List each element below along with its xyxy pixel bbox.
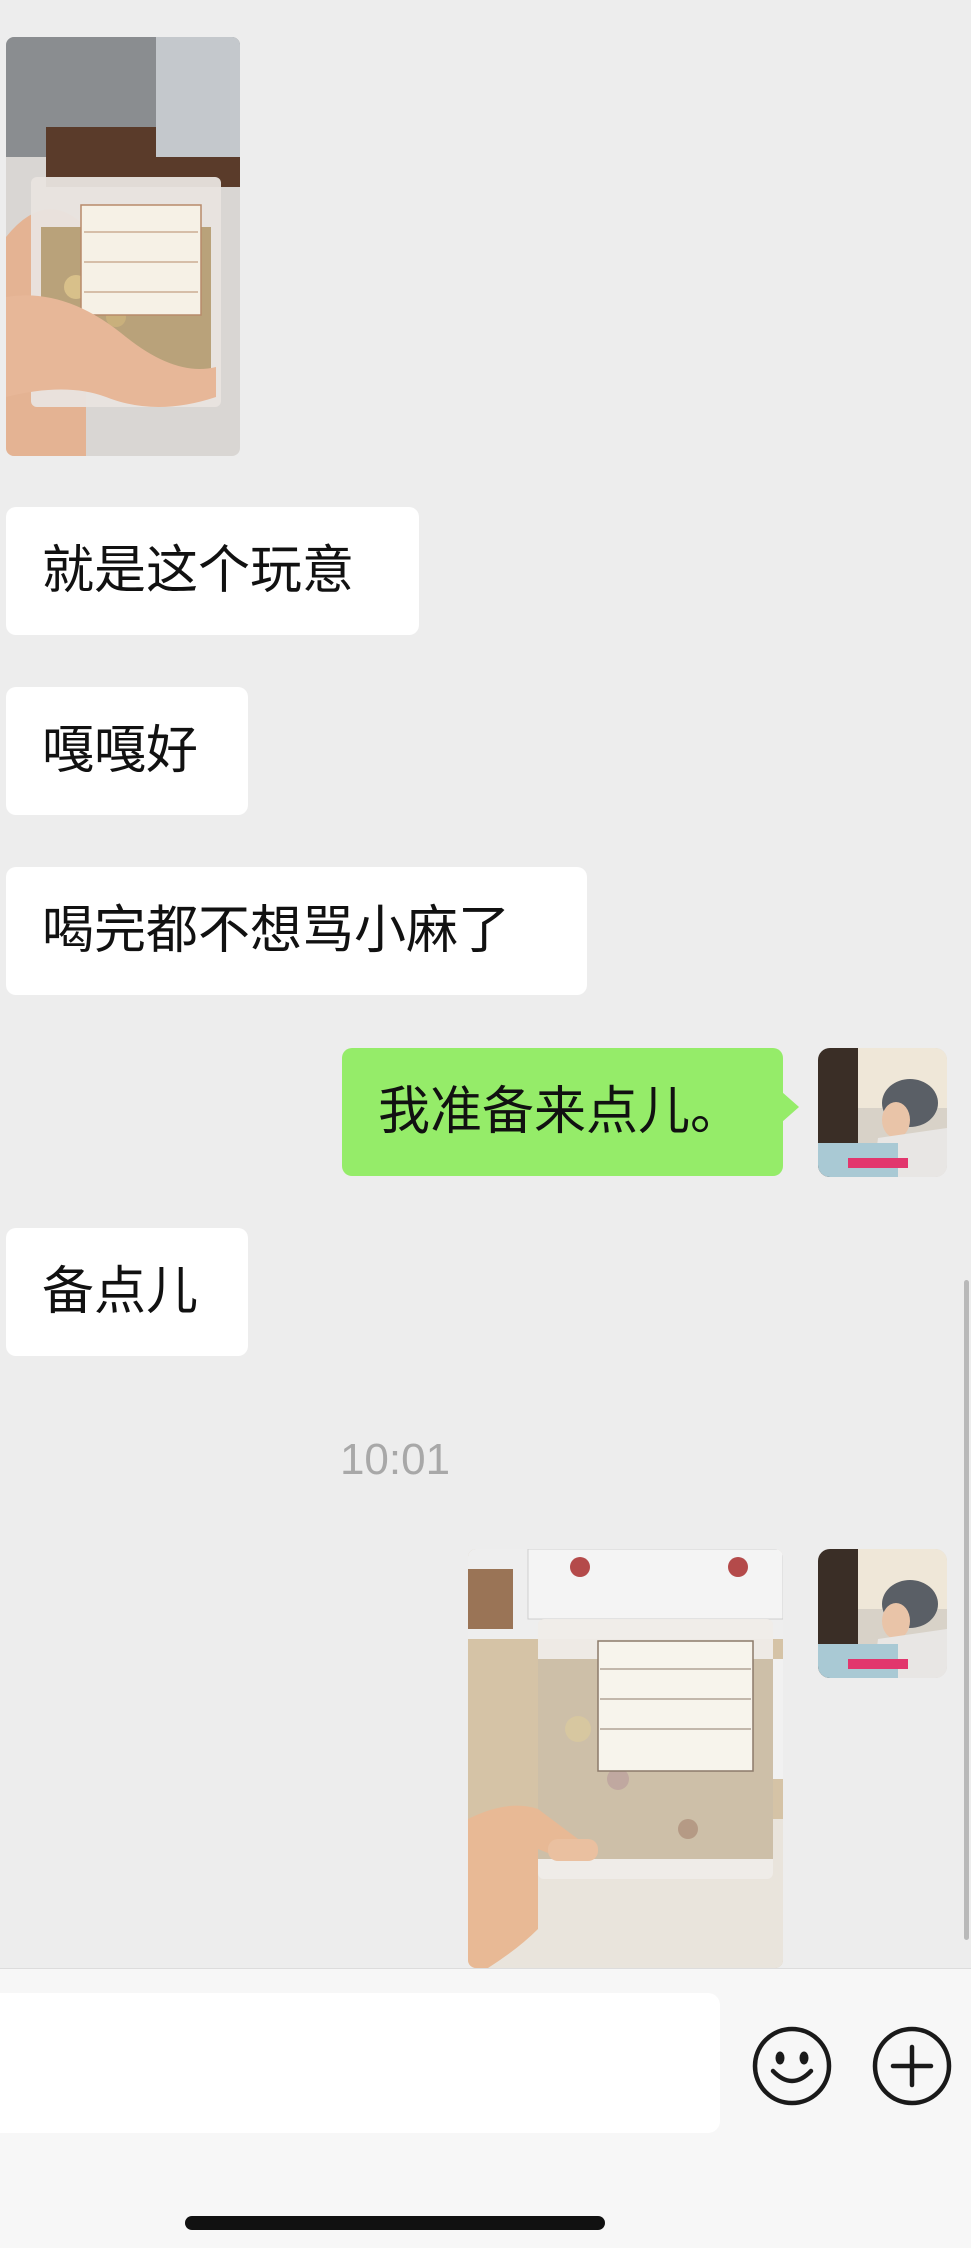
- message-text: 喝完都不想骂小麻了: [42, 901, 511, 961]
- scrollbar[interactable]: [964, 1280, 969, 1940]
- emoji-icon[interactable]: [751, 2025, 833, 2107]
- incoming-message[interactable]: 喝完都不想骂小麻了: [6, 867, 587, 995]
- message-text: 嘎嘎好: [42, 721, 199, 781]
- message-text: 我准备来点儿。: [378, 1082, 743, 1142]
- home-indicator[interactable]: [185, 2216, 605, 2230]
- incoming-message[interactable]: 就是这个玩意: [6, 507, 419, 635]
- chat-screen: 就是这个玩意 嘎嘎好 喝完都不想骂小麻了 我准备来点儿。 备点儿 10:01: [0, 0, 971, 2248]
- my-avatar[interactable]: [818, 1549, 947, 1678]
- message-text: 就是这个玩意: [42, 541, 355, 601]
- incoming-message[interactable]: 嘎嘎好: [6, 687, 248, 815]
- message-timestamp: 10:01: [339, 1435, 451, 1484]
- my-avatar[interactable]: [818, 1048, 947, 1177]
- message-text: 备点儿: [42, 1262, 199, 1322]
- incoming-message[interactable]: 备点儿: [6, 1228, 248, 1356]
- plus-circle-icon[interactable]: [871, 2025, 953, 2107]
- outgoing-message[interactable]: 我准备来点儿。: [342, 1048, 799, 1176]
- outgoing-photo[interactable]: [468, 1549, 783, 1968]
- message-input[interactable]: [0, 1993, 720, 2133]
- input-bar: [0, 1968, 971, 2248]
- incoming-photo[interactable]: [6, 37, 240, 456]
